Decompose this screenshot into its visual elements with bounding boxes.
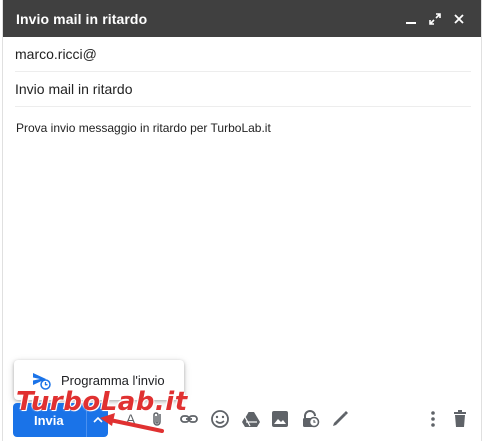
send-button[interactable]: Invia [13, 403, 108, 437]
link-icon[interactable] [178, 408, 200, 430]
subject-field[interactable]: Invio mail in ritardo [15, 72, 471, 107]
send-label: Invia [34, 412, 64, 428]
confidential-icon[interactable] [299, 408, 321, 430]
message-body[interactable]: Prova invio messaggio in ritardo per Tur… [16, 121, 469, 135]
schedule-send-label: Programma l'invio [61, 372, 165, 388]
signature-icon[interactable] [329, 408, 351, 430]
drive-icon[interactable] [240, 408, 262, 430]
message-body-text: Prova invio messaggio in ritardo per Tur… [16, 121, 271, 135]
to-recipient: marco.ricci@ [15, 46, 97, 62]
schedule-send-icon [30, 369, 52, 391]
attach-icon[interactable] [147, 408, 169, 430]
compose-title: Invio mail in ritardo [16, 10, 148, 27]
schedule-send-menu[interactable]: Programma l'invio [14, 360, 184, 400]
to-field[interactable]: marco.ricci@ [15, 37, 471, 72]
more-options-icon[interactable] [422, 408, 444, 430]
format-text-icon[interactable]: A [120, 408, 142, 430]
compose-header: Invio mail in ritardo [3, 0, 481, 37]
subject-text: Invio mail in ritardo [15, 81, 133, 97]
svg-text:A: A [126, 411, 136, 427]
chevron-up-icon [92, 416, 103, 423]
send-options-button[interactable] [87, 415, 108, 425]
close-icon[interactable] [447, 7, 471, 31]
compose-toolbar: Invia A [0, 400, 484, 438]
emoji-icon[interactable] [209, 408, 231, 430]
expand-icon[interactable] [423, 7, 447, 31]
photo-icon[interactable] [269, 408, 291, 430]
minimize-icon[interactable] [399, 7, 423, 31]
trash-icon[interactable] [449, 408, 471, 430]
